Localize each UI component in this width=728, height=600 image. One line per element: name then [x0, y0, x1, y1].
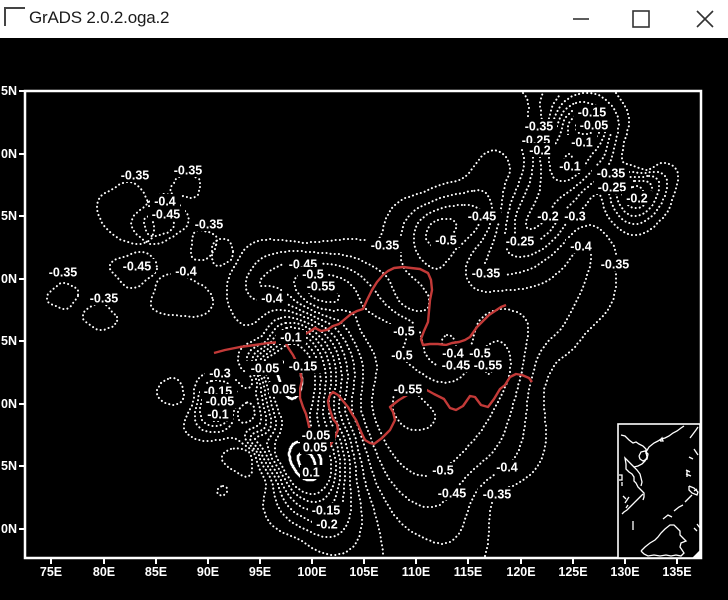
svg-text:130E: 130E: [610, 565, 639, 579]
svg-text:5N: 5N: [1, 209, 17, 223]
svg-text:-0.2: -0.2: [529, 144, 551, 158]
svg-text:-0.45: -0.45: [123, 260, 152, 274]
svg-text:-0.3: -0.3: [209, 367, 231, 381]
svg-text:-0.55: -0.55: [307, 280, 336, 294]
svg-text:-0.2: -0.2: [316, 518, 338, 532]
svg-text:0N: 0N: [1, 272, 17, 286]
svg-text:105E: 105E: [349, 565, 378, 579]
svg-text:-0.2: -0.2: [626, 192, 648, 206]
svg-text:120E: 120E: [506, 565, 535, 579]
svg-text:-0.15: -0.15: [578, 106, 607, 120]
svg-text:-0.45: -0.45: [468, 210, 497, 224]
svg-text:-0.35: -0.35: [195, 218, 224, 232]
svg-text:100E: 100E: [297, 565, 326, 579]
svg-text:-0.4: -0.4: [175, 265, 197, 279]
svg-text:75E: 75E: [40, 565, 62, 579]
svg-text:-0.05: -0.05: [251, 362, 280, 376]
svg-text:-0.5: -0.5: [435, 234, 457, 248]
svg-text:115E: 115E: [454, 565, 483, 579]
svg-text:0.05: 0.05: [303, 441, 327, 455]
svg-text:-0.4: -0.4: [570, 240, 592, 254]
svg-text:-0.55: -0.55: [394, 383, 423, 397]
svg-text:135E: 135E: [662, 565, 691, 579]
svg-text:-0.35: -0.35: [525, 120, 554, 134]
svg-text:-0.45: -0.45: [442, 359, 471, 373]
svg-text:-0.05: -0.05: [580, 119, 609, 133]
svg-text:-0.1: -0.1: [571, 136, 593, 150]
svg-text:-0.35: -0.35: [472, 267, 501, 281]
svg-text:0N: 0N: [1, 397, 17, 411]
svg-text:0N: 0N: [1, 522, 17, 536]
svg-text:95E: 95E: [249, 565, 271, 579]
svg-text:-0.35: -0.35: [90, 292, 119, 306]
svg-text:0N: 0N: [1, 147, 17, 161]
svg-text:-0.35: -0.35: [174, 164, 203, 178]
svg-text:-0.55: -0.55: [474, 359, 503, 373]
svg-text:-0.4: -0.4: [261, 292, 283, 306]
svg-text:125E: 125E: [558, 565, 587, 579]
svg-text:110E: 110E: [402, 565, 431, 579]
svg-text:-0.15: -0.15: [312, 504, 341, 518]
svg-text:-0.5: -0.5: [391, 349, 413, 363]
svg-text:-0.35: -0.35: [601, 258, 630, 272]
svg-text:-0.45: -0.45: [152, 208, 181, 222]
svg-text:-0.25: -0.25: [506, 235, 535, 249]
svg-text:-0.2: -0.2: [537, 210, 559, 224]
svg-text:-0.35: -0.35: [49, 266, 78, 280]
svg-text:-0.35: -0.35: [121, 169, 150, 183]
svg-text:5N: 5N: [1, 84, 17, 98]
svg-text:-0.5: -0.5: [393, 325, 415, 339]
svg-text:-0.5: -0.5: [432, 464, 454, 478]
svg-text:-0.35: -0.35: [597, 167, 626, 181]
svg-text:-0.35: -0.35: [371, 239, 400, 253]
svg-text:-0.3: -0.3: [564, 210, 586, 224]
svg-text:-0.35: -0.35: [483, 488, 512, 502]
svg-text:-0.15: -0.15: [289, 360, 318, 374]
svg-text:5N: 5N: [1, 459, 17, 473]
svg-text:85E: 85E: [145, 565, 167, 579]
svg-text:-0.4: -0.4: [496, 461, 518, 475]
svg-text:80E: 80E: [93, 565, 115, 579]
svg-text:-0.05: -0.05: [206, 395, 235, 409]
svg-text:-0.1: -0.1: [280, 331, 302, 345]
svg-text:-0.4: -0.4: [154, 195, 176, 209]
svg-text:0.05: 0.05: [272, 383, 296, 397]
svg-text:5N: 5N: [1, 334, 17, 348]
svg-text:0.1: 0.1: [302, 466, 319, 480]
svg-text:-0.45: -0.45: [438, 487, 467, 501]
svg-text:-0.1: -0.1: [207, 408, 229, 422]
svg-text:90E: 90E: [197, 565, 219, 579]
svg-text:-0.1: -0.1: [559, 160, 581, 174]
